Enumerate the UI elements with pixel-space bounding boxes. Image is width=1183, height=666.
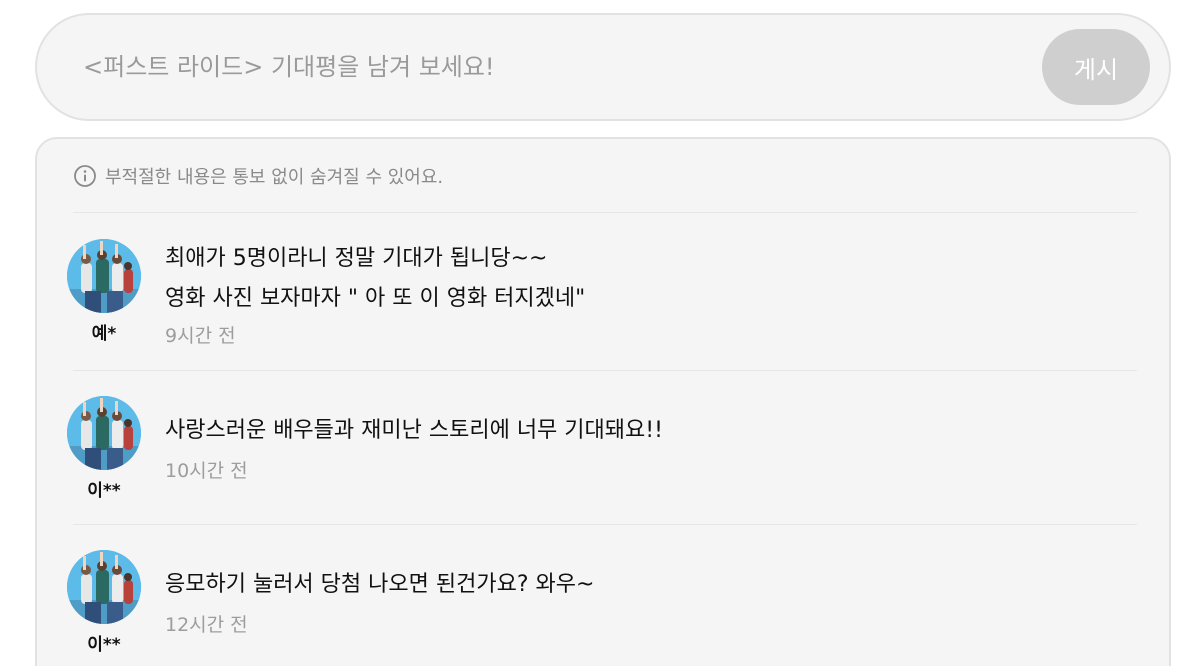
notice-text: 부적절한 내용은 통보 없이 숨겨질 수 있어요.: [105, 167, 444, 188]
comment-author: 예*: [91, 324, 117, 344]
comment-item: 이** 응모하기 눌러서 당첨 나오면 된건가요? 와우~ 12시간 전: [67, 550, 1137, 666]
divider: [73, 524, 1137, 525]
divider: [73, 212, 1137, 213]
notice: 부적절한 내용은 통보 없이 숨겨질 수 있어요.: [73, 163, 443, 189]
comment-author: 이**: [87, 635, 121, 655]
comments-panel: 부적절한 내용은 통보 없이 숨겨질 수 있어요. 예* 최애가 5명이라니 정…: [35, 137, 1171, 666]
avatar[interactable]: [67, 396, 141, 470]
comment-item: 예* 최애가 5명이라니 정말 기대가 됩니당~~ 영화 사진 보자마자 " 아…: [67, 239, 1137, 379]
comment-text: 응모하기 눌러서 당첨 나오면 된건가요? 와우~: [165, 572, 595, 597]
comment-time: 10시간 전: [165, 460, 248, 482]
comment-time: 12시간 전: [165, 614, 248, 636]
comment-time: 9시간 전: [165, 325, 236, 347]
info-icon: [73, 164, 97, 188]
comment-text: 사랑스러운 배우들과 재미난 스토리에 너무 기대돼요!!: [165, 418, 663, 443]
post-button[interactable]: 게시: [1042, 29, 1150, 105]
comment-author: 이**: [87, 481, 121, 501]
comment-item: 이** 사랑스러운 배우들과 재미난 스토리에 너무 기대돼요!! 10시간 전: [67, 396, 1137, 516]
comment-input[interactable]: [83, 45, 1033, 89]
avatar[interactable]: [67, 550, 141, 624]
avatar[interactable]: [67, 239, 141, 313]
comment-text: 최애가 5명이라니 정말 기대가 됩니당~~ 영화 사진 보자마자 " 아 또 …: [165, 246, 586, 311]
divider: [73, 370, 1137, 371]
comment-input-bar: 게시: [35, 13, 1171, 121]
